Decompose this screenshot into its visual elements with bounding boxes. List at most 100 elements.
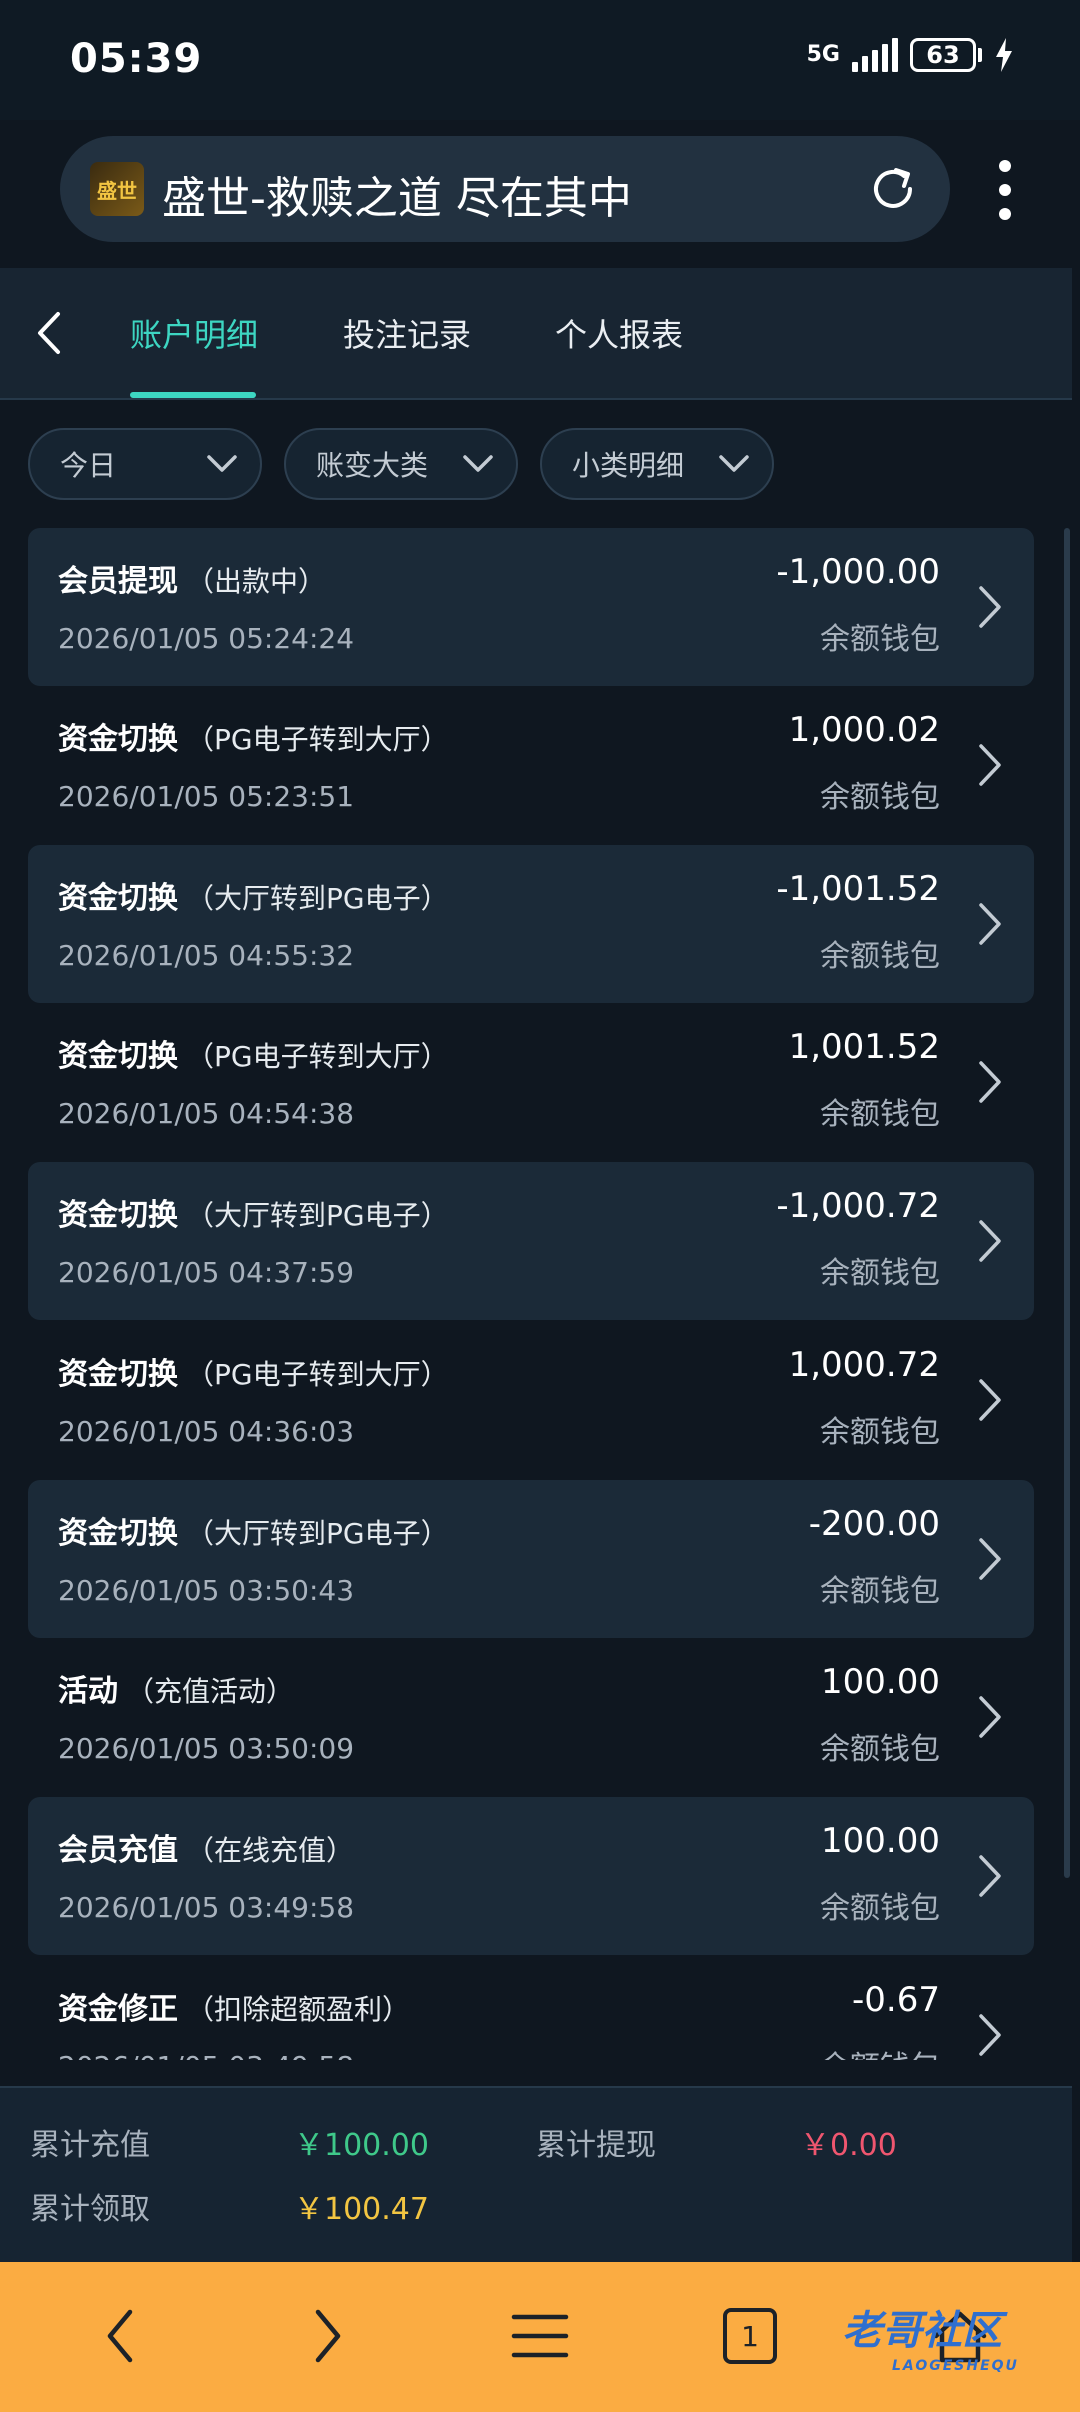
transaction-row[interactable]: 会员充值 （在线充值） 2026/01/05 03:49:58 100.00 余额… (28, 1797, 1034, 1955)
chevron-left-icon (107, 2309, 133, 2363)
transaction-title: 会员提现 （出款中） (58, 564, 327, 599)
battery-level: 63 (926, 41, 960, 69)
transaction-amount: -0.67 (852, 1980, 940, 2020)
transaction-wallet: 余额钱包 (820, 1732, 940, 1767)
transaction-subtype: （大厅转到PG电子） (186, 1517, 449, 1550)
filter-subcategory-label: 小类明细 (572, 449, 685, 482)
tab-bet-records[interactable]: 投注记录 (343, 310, 471, 356)
transaction-amount: -1,000.00 (776, 552, 940, 592)
filter-date-label: 今日 (60, 449, 117, 482)
nav-menu-button[interactable] (508, 2304, 572, 2368)
transaction-time: 2026/01/05 04:55:32 (58, 939, 355, 972)
transaction-title: 资金切换 （大厅转到PG电子） (58, 1198, 449, 1233)
transaction-time: 2026/01/05 03:49:58 (58, 1891, 355, 1924)
transaction-time: 2026/01/05 03:50:43 (58, 1574, 355, 1607)
filter-subcategory[interactable]: 小类明细 (540, 428, 774, 500)
more-menu-icon[interactable] (995, 160, 1015, 220)
total-deposit-value: ￥100.00 (294, 2128, 429, 2163)
tab-personal-report[interactable]: 个人报表 (555, 310, 683, 356)
transaction-time: 2026/01/05 03:50:09 (58, 1732, 355, 1765)
transaction-row[interactable]: 资金切换 （大厅转到PG电子） 2026/01/05 04:37:59 -1,00… (28, 1162, 1034, 1320)
transaction-wallet: 余额钱包 (820, 1256, 940, 1291)
summary-panel: 累计充值 ￥100.00 累计提现 ￥0.00 累计领取 ￥100.47 (0, 2086, 1072, 2262)
transaction-wallet: 余额钱包 (820, 2042, 940, 2060)
tab-header: 账户明细 投注记录 个人报表 (0, 268, 1072, 400)
transaction-row[interactable]: 会员提现 （出款中） 2026/01/05 05:24:24 -1,000.00 … (28, 528, 1034, 686)
transaction-title: 资金修正 （扣除超额盈利） (58, 1992, 411, 2027)
transaction-row[interactable]: 资金切换 （PG电子转到大厅） 2026/01/05 04:36:03 1,000… (28, 1321, 1034, 1479)
status-bar: 05:39 5G 63 (0, 0, 1080, 120)
charging-icon (996, 38, 1012, 72)
transaction-subtype: （PG电子转到大厅） (186, 1040, 449, 1073)
transaction-row[interactable]: 活动 （充值活动） 2026/01/05 03:50:09 100.00 余额钱包 (28, 1638, 1034, 1796)
transaction-amount: 1,001.52 (788, 1027, 940, 1067)
address-bar[interactable]: 盛世 盛世-救赎之道 尽在其中 (60, 136, 950, 242)
filter-date[interactable]: 今日 (28, 428, 262, 500)
filter-category-label: 账变大类 (316, 449, 429, 482)
signal-icon (852, 38, 898, 72)
chevron-right-icon (979, 1061, 1001, 1103)
transaction-time: 2026/01/05 03:49:58 (58, 2050, 354, 2060)
transaction-wallet: 余额钱包 (820, 939, 940, 974)
chevron-down-icon (719, 455, 749, 472)
transaction-subtype: （PG电子转到大厅） (186, 723, 449, 756)
chevron-right-icon (979, 1855, 1001, 1897)
filter-category[interactable]: 账变大类 (284, 428, 518, 500)
transaction-wallet: 余额钱包 (820, 1097, 940, 1132)
total-deposit-label: 累计充值 (30, 2128, 150, 2163)
chevron-down-icon (207, 455, 237, 472)
reload-icon[interactable] (866, 162, 920, 216)
transaction-subtype: （扣除超额盈利） (186, 1993, 411, 2026)
transaction-list[interactable]: 会员提现 （出款中） 2026/01/05 05:24:24 -1,000.00 … (0, 528, 1080, 2060)
transaction-time: 2026/01/05 05:23:51 (58, 780, 355, 813)
transaction-title: 资金切换 （PG电子转到大厅） (58, 1357, 449, 1392)
chevron-right-icon (979, 1379, 1001, 1421)
nav-tabs-button[interactable]: 1 (718, 2304, 782, 2368)
transaction-subtype: （PG电子转到大厅） (186, 1358, 449, 1391)
status-time: 05:39 (70, 36, 203, 82)
transaction-amount: 1,000.72 (788, 1345, 940, 1385)
chevron-right-icon (979, 2014, 1001, 2056)
transaction-row[interactable]: 资金切换 （PG电子转到大厅） 2026/01/05 05:23:51 1,000… (28, 686, 1034, 844)
chevron-right-icon (315, 2309, 341, 2363)
total-withdraw-label: 累计提现 (536, 2128, 656, 2163)
transaction-row[interactable]: 资金切换 （PG电子转到大厅） 2026/01/05 04:54:38 1,001… (28, 1003, 1034, 1161)
transaction-wallet: 余额钱包 (820, 622, 940, 657)
transaction-amount: -1,000.72 (776, 1186, 940, 1226)
tab-account-detail[interactable]: 账户明细 (130, 310, 258, 356)
site-title[interactable]: 盛世-救赎之道 尽在其中 (162, 162, 632, 226)
transaction-title: 资金切换 （大厅转到PG电子） (58, 881, 449, 916)
transaction-time: 2026/01/05 05:24:24 (58, 622, 355, 655)
transaction-title: 资金切换 （PG电子转到大厅） (58, 722, 449, 757)
browser-bottom-nav: 1 老哥社区 LAOGESHEQU (0, 2262, 1080, 2412)
battery-icon: 63 (910, 38, 982, 72)
transaction-time: 2026/01/05 04:54:38 (58, 1097, 355, 1130)
total-withdraw-value: ￥0.00 (800, 2128, 897, 2163)
transaction-time: 2026/01/05 04:37:59 (58, 1256, 355, 1289)
transaction-title: 资金切换 （大厅转到PG电子） (58, 1516, 449, 1551)
transaction-row[interactable]: 资金切换 （大厅转到PG电子） 2026/01/05 04:55:32 -1,00… (28, 845, 1034, 1003)
chevron-right-icon (979, 1696, 1001, 1738)
transaction-row[interactable]: 资金修正（扣除超额盈利） 2026/01/05 03:49:58 -0.67 余… (28, 1956, 1034, 2060)
transaction-amount: 1,000.02 (788, 710, 940, 750)
transaction-wallet: 余额钱包 (820, 780, 940, 815)
nav-forward-button[interactable] (296, 2304, 360, 2368)
nav-back-button[interactable] (88, 2304, 152, 2368)
transaction-wallet: 余额钱包 (820, 1891, 940, 1926)
list-scrollbar[interactable] (1064, 528, 1070, 1878)
hamburger-menu-icon (511, 2314, 569, 2358)
transaction-title: 会员充值 （在线充值） (58, 1833, 355, 1868)
transaction-subtype: （在线充值） (186, 1834, 355, 1867)
transaction-amount: -1,001.52 (776, 869, 940, 909)
chevron-right-icon (979, 586, 1001, 628)
transaction-amount: -200.00 (808, 1504, 940, 1544)
transaction-title: 资金切换 （PG电子转到大厅） (58, 1039, 449, 1074)
site-logo: 盛世 (90, 162, 144, 216)
chevron-right-icon (979, 744, 1001, 786)
chevron-right-icon (979, 1220, 1001, 1262)
back-arrow-icon[interactable] (30, 308, 70, 358)
transaction-wallet: 余额钱包 (820, 1574, 940, 1609)
transaction-row[interactable]: 资金切换 （大厅转到PG电子） 2026/01/05 03:50:43 -200.… (28, 1480, 1034, 1638)
transaction-time: 2026/01/05 04:36:03 (58, 1415, 355, 1448)
transaction-title: 活动 （充值活动） (58, 1674, 295, 1709)
